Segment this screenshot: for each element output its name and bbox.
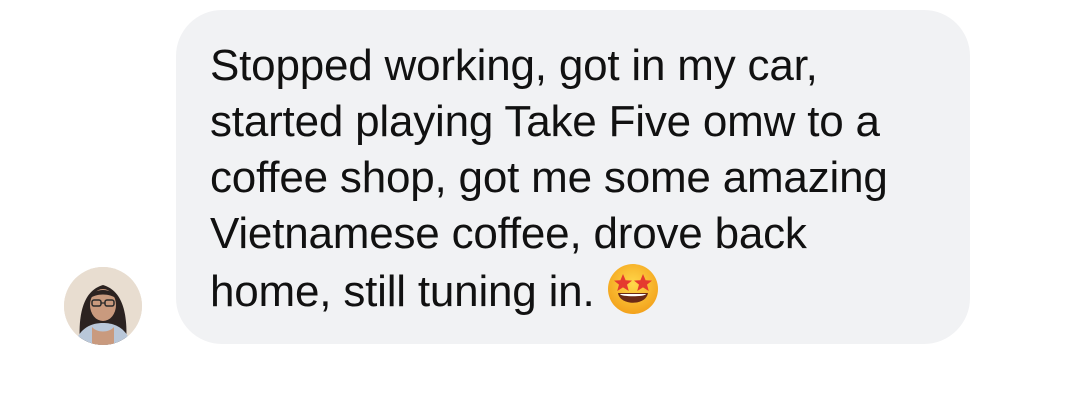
chat-message-row: Stopped working, got in my car, started … <box>0 0 1080 400</box>
star-struck-emoji-icon <box>606 262 660 316</box>
avatar[interactable] <box>64 267 142 345</box>
profile-photo-icon <box>64 267 142 345</box>
message-text: Stopped working, got in my car, started … <box>210 38 934 320</box>
message-line: coffee shop, got me some amazing <box>210 153 888 202</box>
message-line: started playing Take Five omw to a <box>210 97 880 146</box>
message-line: Stopped working, got in my car, <box>210 41 818 90</box>
message-line: Vietnamese coffee, drove back <box>210 209 807 258</box>
message-line-last: home, still tuning in. <box>210 262 934 320</box>
message-bubble[interactable]: Stopped working, got in my car, started … <box>176 10 970 344</box>
message-line: home, still tuning in. <box>210 267 595 316</box>
